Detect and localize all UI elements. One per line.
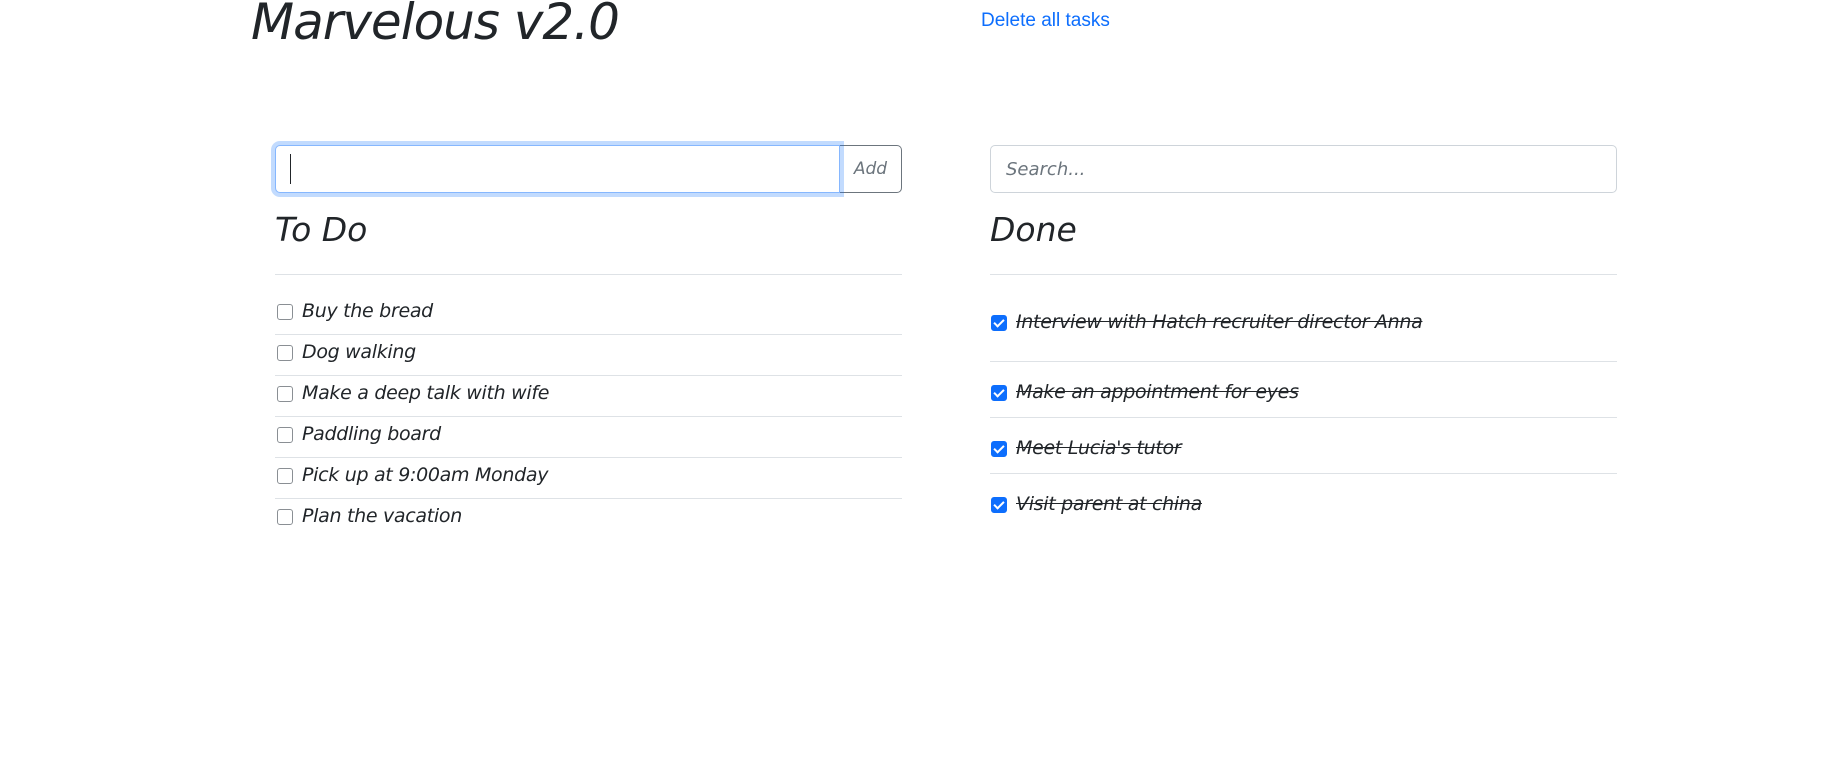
delete-all-tasks-link[interactable]: Delete all tasks xyxy=(981,10,1110,32)
todo-item-label: Pick up at 9:00am Monday xyxy=(302,464,549,486)
todo-checkbox[interactable] xyxy=(277,427,293,443)
done-item[interactable]: Meet Lucia's tutor xyxy=(990,418,1617,474)
done-checkbox[interactable] xyxy=(991,441,1007,457)
todo-item-label: Make a deep talk with wife xyxy=(302,382,550,404)
done-divider xyxy=(990,274,1617,275)
done-checkbox[interactable] xyxy=(991,385,1007,401)
todo-item[interactable]: Dog walking xyxy=(275,335,902,376)
todo-item-label: Buy the bread xyxy=(302,300,433,322)
todo-checkbox[interactable] xyxy=(277,468,293,484)
todo-checkbox[interactable] xyxy=(277,509,293,525)
todo-item[interactable]: Paddling board xyxy=(275,417,902,458)
todo-checkbox[interactable] xyxy=(277,386,293,402)
add-task-form: Add xyxy=(275,145,902,193)
done-item-label: Interview with Hatch recruiter director … xyxy=(1016,311,1423,333)
todo-item[interactable]: Make a deep talk with wife xyxy=(275,376,902,417)
done-item-label: Visit parent at china xyxy=(1016,493,1202,515)
todo-item[interactable]: Plan the vacation xyxy=(275,499,902,540)
done-item[interactable]: Visit parent at china xyxy=(990,474,1617,530)
app-title: Marvelous v2.0 xyxy=(251,0,620,51)
done-item-label: Make an appointment for eyes xyxy=(1016,381,1299,403)
todo-list: Buy the bread Dog walking Make a deep ta… xyxy=(275,294,902,540)
search-input[interactable] xyxy=(990,145,1617,193)
todo-item-label: Paddling board xyxy=(302,423,441,445)
todo-item-label: Plan the vacation xyxy=(302,505,462,527)
text-caret xyxy=(290,154,291,184)
todo-item-label: Dog walking xyxy=(302,341,416,363)
todo-item[interactable]: Buy the bread xyxy=(275,294,902,335)
done-checkbox[interactable] xyxy=(991,315,1007,331)
todo-checkbox[interactable] xyxy=(277,345,293,361)
done-item-label: Meet Lucia's tutor xyxy=(1016,437,1182,459)
todo-heading: To Do xyxy=(275,210,368,249)
add-task-button[interactable]: Add xyxy=(840,145,902,193)
done-item[interactable]: Make an appointment for eyes xyxy=(990,362,1617,418)
task-input-wrapper xyxy=(275,145,840,193)
done-checkbox[interactable] xyxy=(991,497,1007,513)
done-heading: Done xyxy=(990,210,1077,249)
done-item[interactable]: Interview with Hatch recruiter director … xyxy=(990,306,1617,362)
done-list: Interview with Hatch recruiter director … xyxy=(990,306,1617,530)
new-task-input[interactable] xyxy=(275,145,840,193)
todo-divider xyxy=(275,274,902,275)
todo-item[interactable]: Pick up at 9:00am Monday xyxy=(275,458,902,499)
todo-checkbox[interactable] xyxy=(277,304,293,320)
